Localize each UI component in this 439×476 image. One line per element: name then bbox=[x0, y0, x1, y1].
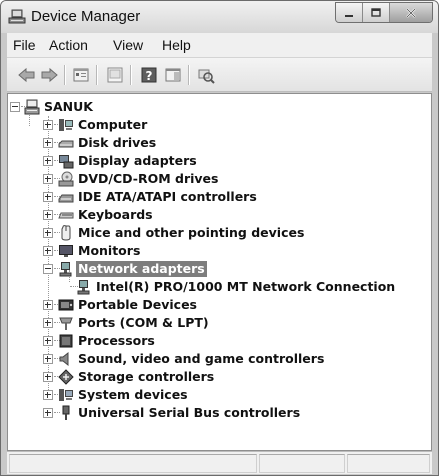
status-cell-middle bbox=[259, 454, 345, 473]
expand-toggle[interactable] bbox=[43, 354, 53, 364]
expand-toggle[interactable] bbox=[43, 174, 53, 184]
system-device-icon bbox=[58, 387, 74, 403]
expand-toggle[interactable] bbox=[43, 300, 53, 310]
dvd-drive-icon bbox=[58, 171, 74, 187]
maximize-icon bbox=[371, 3, 381, 22]
keyboard-icon bbox=[58, 207, 74, 223]
status-bar bbox=[7, 451, 432, 474]
update-driver-icon[interactable] bbox=[105, 65, 125, 85]
expand-toggle[interactable] bbox=[43, 156, 53, 166]
tree-item-label: Disk drives bbox=[78, 135, 157, 150]
network-adapter-icon bbox=[58, 261, 74, 277]
action-pane-icon[interactable] bbox=[163, 65, 183, 85]
svg-text:?: ? bbox=[146, 69, 153, 83]
portable-device-icon bbox=[58, 297, 74, 313]
tree-item-label: Computer bbox=[78, 117, 148, 132]
tree-item-label: Sound, video and game controllers bbox=[78, 351, 325, 366]
menu-bar: File Action View Help bbox=[7, 33, 432, 58]
caption-buttons bbox=[335, 2, 433, 23]
expand-toggle[interactable] bbox=[43, 192, 53, 202]
menu-help[interactable]: Help bbox=[162, 37, 191, 53]
computer-icon bbox=[58, 117, 74, 133]
menu-file[interactable]: File bbox=[13, 37, 36, 53]
tree-item-label: Processors bbox=[78, 333, 155, 348]
processor-icon bbox=[58, 333, 74, 349]
collapse-toggle[interactable] bbox=[10, 102, 20, 112]
usb-icon bbox=[58, 405, 74, 421]
minimize-button[interactable] bbox=[336, 3, 363, 22]
disk-drive-icon bbox=[58, 135, 74, 151]
expand-toggle[interactable] bbox=[43, 336, 53, 346]
tree-item-label-selected: Network adapters bbox=[76, 261, 207, 277]
expand-toggle[interactable] bbox=[43, 210, 53, 220]
expand-toggle[interactable] bbox=[43, 390, 53, 400]
port-icon bbox=[58, 315, 74, 331]
tree-item-label: Keyboards bbox=[78, 207, 153, 222]
toolbar-separator bbox=[64, 65, 66, 85]
device-tree[interactable]: SANUK Computer Disk drives Display adapt… bbox=[7, 93, 432, 451]
status-cell-right bbox=[347, 454, 430, 473]
close-icon bbox=[405, 3, 417, 22]
ide-controller-icon bbox=[58, 189, 74, 205]
scan-hardware-icon[interactable] bbox=[195, 65, 215, 85]
monitor-icon bbox=[58, 243, 74, 259]
expand-toggle[interactable] bbox=[43, 120, 53, 130]
expand-toggle[interactable] bbox=[43, 246, 53, 256]
computer-root-icon bbox=[24, 99, 40, 115]
toolbar-separator bbox=[96, 65, 98, 85]
properties-icon[interactable] bbox=[71, 65, 91, 85]
minimize-icon bbox=[344, 3, 354, 22]
expand-toggle[interactable] bbox=[43, 318, 53, 328]
menu-view[interactable]: View bbox=[113, 37, 143, 53]
tree-item-label: Portable Devices bbox=[78, 297, 198, 312]
window-title: Device Manager bbox=[31, 8, 141, 25]
toolbar: ? bbox=[7, 58, 432, 92]
maximize-button[interactable] bbox=[363, 3, 390, 22]
expand-toggle[interactable] bbox=[43, 228, 53, 238]
mouse-icon bbox=[58, 225, 74, 241]
tree-root-label: SANUK bbox=[44, 99, 93, 114]
forward-arrow-icon[interactable] bbox=[39, 65, 59, 85]
collapse-toggle[interactable] bbox=[43, 264, 53, 274]
tree-item-label: Ports (COM & LPT) bbox=[78, 315, 209, 330]
tree-item-label: System devices bbox=[78, 387, 188, 402]
tree-item-label: Display adapters bbox=[78, 153, 197, 168]
display-adapter-icon bbox=[58, 153, 74, 169]
close-button[interactable] bbox=[390, 3, 432, 22]
sound-icon bbox=[58, 351, 74, 367]
storage-controller-icon bbox=[58, 369, 74, 385]
toolbar-separator bbox=[130, 65, 132, 85]
toolbar-separator bbox=[188, 65, 190, 85]
tree-child-label: Intel(R) PRO/1000 MT Network Connection bbox=[96, 279, 396, 294]
tree-item-label: Mice and other pointing devices bbox=[78, 225, 305, 240]
tree-item-label: Universal Serial Bus controllers bbox=[78, 405, 301, 420]
tree-item-label: IDE ATA/ATAPI controllers bbox=[78, 189, 257, 204]
help-icon[interactable]: ? bbox=[139, 65, 159, 85]
tree-item-label: Monitors bbox=[78, 243, 141, 258]
device-manager-icon bbox=[8, 9, 26, 25]
status-cell-main bbox=[9, 454, 257, 473]
tree-item-label: DVD/CD-ROM drives bbox=[78, 171, 219, 186]
device-manager-window: Device Manager File Action View Help ? S… bbox=[0, 0, 439, 476]
menu-action[interactable]: Action bbox=[49, 37, 88, 53]
back-arrow-icon[interactable] bbox=[17, 65, 37, 85]
expand-toggle[interactable] bbox=[43, 372, 53, 382]
title-bar[interactable]: Device Manager bbox=[1, 1, 438, 33]
network-card-icon bbox=[76, 279, 92, 295]
expand-toggle[interactable] bbox=[43, 138, 53, 148]
expand-toggle[interactable] bbox=[43, 408, 53, 418]
tree-item-label: Storage controllers bbox=[78, 369, 215, 384]
